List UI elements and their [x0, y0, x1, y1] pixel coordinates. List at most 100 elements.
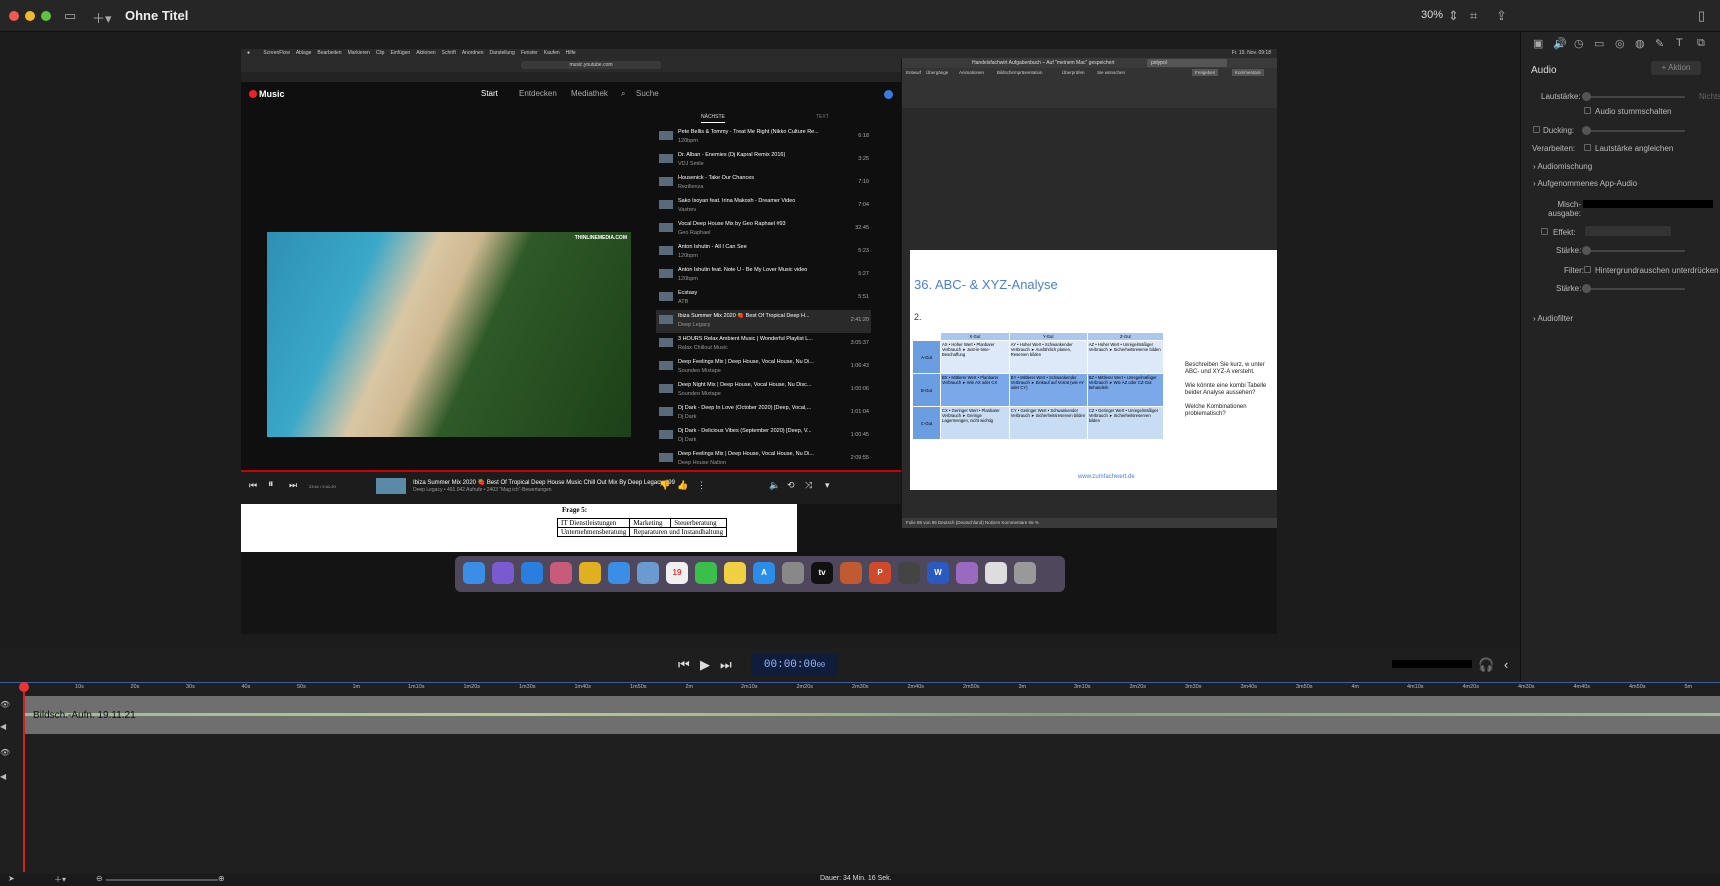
menu-item[interactable]: Einfügen — [390, 50, 410, 56]
minimize-window-button[interactable] — [25, 11, 35, 21]
dock-finder-icon[interactable] — [463, 562, 485, 584]
queue-item[interactable]: Anton Ishutin feat. Note U - Be My Lover… — [656, 264, 871, 287]
menu-item[interactable]: Anordnen — [462, 50, 484, 56]
playhead[interactable] — [23, 682, 25, 872]
strength-slider[interactable] — [1585, 250, 1685, 252]
ducking-checkbox[interactable] — [1533, 126, 1540, 133]
track-audio-icon[interactable]: ◀ — [0, 722, 6, 731]
queue-item[interactable]: Deep Feelings Mix | Deep House, Vocal Ho… — [656, 356, 871, 379]
dock-chrome-icon[interactable] — [579, 562, 601, 584]
like-icon[interactable]: 👍 — [677, 480, 688, 491]
url-field[interactable]: music.youtube.com — [521, 61, 661, 69]
queue-item[interactable]: Dj Dark - Delicious Vibes (September 202… — [656, 425, 871, 448]
menu-item[interactable]: Aktionen — [416, 50, 435, 56]
queue-item[interactable]: Deep Night Mix | Deep House, Vocal House… — [656, 379, 871, 402]
queue-item[interactable]: Ecstasy ATB 5:51 — [656, 287, 871, 310]
dock-safari-icon[interactable] — [521, 562, 543, 584]
slide-link[interactable]: www.zumfachwert.de — [1078, 474, 1135, 480]
share-icon[interactable]: ⇪ — [1496, 8, 1507, 24]
nav-start[interactable]: Start — [481, 89, 498, 98]
ribbon-tab-ueberpruefen[interactable]: Überprüfen — [1062, 70, 1085, 75]
track-visibility-icon[interactable]: 👁 — [0, 700, 10, 709]
zoom-window-button[interactable] — [41, 11, 51, 21]
sidebar-toggle-icon[interactable]: ▭ — [64, 8, 76, 24]
more-icon[interactable]: ⋮ — [697, 480, 706, 491]
zoom-out-icon[interactable]: ⊖ — [96, 874, 103, 883]
volume-icon[interactable]: 🔈 — [769, 480, 780, 491]
ribbon-tab-praesentation[interactable]: Bildschirmpräsentation — [997, 70, 1043, 75]
track2-visibility-icon[interactable]: 👁 — [0, 748, 10, 757]
timer-icon[interactable]: ◷ — [1574, 37, 1584, 50]
close-window-button[interactable] — [9, 11, 19, 21]
volume-knob[interactable] — [1582, 92, 1591, 101]
dock-notes-icon[interactable] — [724, 562, 746, 584]
dock-trash-icon[interactable] — [1014, 562, 1036, 584]
next-icon[interactable]: ⏭ — [289, 480, 297, 491]
clip-track[interactable]: Bildsch.-Aufn. 19.11.21 — [24, 696, 1720, 734]
zoom-stepper-icon[interactable]: ⇕ — [1448, 8, 1459, 24]
pause-icon[interactable]: ⏸ — [268, 478, 274, 491]
dock-preview-icon[interactable] — [637, 562, 659, 584]
add-action-button[interactable]: + Aktion — [1651, 61, 1701, 75]
menu-item[interactable]: Fenster — [521, 50, 538, 56]
screen-icon[interactable]: ▭ — [1594, 37, 1604, 50]
menu-item[interactable]: Darstellung — [490, 50, 515, 56]
shuffle-icon[interactable]: ⤨ — [805, 480, 812, 491]
headphones-icon[interactable]: 🎧 — [1478, 657, 1494, 673]
strength2-slider[interactable] — [1585, 288, 1685, 290]
annotation-icon[interactable]: ✎ — [1655, 37, 1664, 50]
ribbon-tab-uebergaenge[interactable]: Übergänge — [926, 70, 948, 75]
dock-screenflow-icon[interactable] — [840, 562, 862, 584]
dock-messages-icon[interactable] — [695, 562, 717, 584]
dock-powerpoint-icon[interactable]: P — [869, 562, 891, 584]
ppt-search-field[interactable]: polypol — [1147, 59, 1227, 67]
nav-mediathek[interactable]: Mediathek — [571, 89, 608, 98]
zoom-slider[interactable] — [106, 879, 218, 881]
queue-item[interactable]: Vocal Deep House Mix by Geo Raphael #93 … — [656, 218, 871, 241]
filter-icon[interactable]: ◍ — [1635, 37, 1645, 50]
fast-forward-icon[interactable]: ⏭ — [720, 657, 732, 673]
menu-item[interactable]: Schrift — [442, 50, 456, 56]
dock-mail-icon[interactable] — [608, 562, 630, 584]
expand-icon[interactable]: ▾ — [825, 480, 830, 491]
avatar[interactable] — [884, 90, 893, 99]
menu-item[interactable]: Clip — [376, 50, 385, 56]
search-icon[interactable]: ⌕ — [621, 89, 625, 99]
queue-item[interactable]: Deep Feelings Mix | Deep House, Vocal Ho… — [656, 448, 871, 471]
effect-select[interactable] — [1585, 226, 1671, 236]
strength2-knob[interactable] — [1582, 284, 1591, 293]
repeat-icon[interactable]: ⟲ — [787, 480, 795, 491]
audiofilter-disclosure[interactable]: › Audiofilter — [1533, 314, 1573, 323]
zoom-level[interactable]: 30% — [1421, 9, 1443, 21]
queue-item[interactable]: 3 HOURS Relax Ambient Music | Wonderful … — [656, 333, 871, 356]
ducking-knob[interactable] — [1582, 126, 1591, 135]
media-icon[interactable]: ⧉ — [1697, 37, 1705, 50]
video-player[interactable]: THINLINEMEDIA.COM — [267, 232, 631, 437]
ribbon-tab-entwurf[interactable]: Entwurf — [906, 70, 921, 75]
queue-item[interactable]: Pete Bellis & Tommy - Treat Me Right (Ni… — [656, 126, 871, 149]
recorded-audio-disclosure[interactable]: › Aufgenommenes App-Audio — [1533, 179, 1637, 188]
dock-documents-icon[interactable] — [985, 562, 1007, 584]
queue-item[interactable]: Dr. Alban - Enemies (Dj Kapral Remix 201… — [656, 149, 871, 172]
play-icon[interactable]: ▶ — [700, 657, 710, 673]
track2-audio-icon[interactable]: ◀ — [0, 772, 6, 781]
crop-icon[interactable]: ⌗ — [1470, 8, 1477, 24]
dock-siri-icon[interactable] — [492, 562, 514, 584]
audiomix-disclosure[interactable]: › Audiomischung — [1533, 162, 1592, 171]
volume-slider[interactable] — [1585, 96, 1685, 98]
tab-next[interactable]: NÄCHSTE — [701, 114, 725, 123]
noise-checkbox[interactable] — [1584, 266, 1591, 273]
collapse-icon[interactable]: ‹ — [1504, 657, 1508, 672]
timeline[interactable]: 10s 20s 30s 40s 50s 1m 1m10s 1m20s 1m30s 1m40s 1m5… — [0, 682, 1720, 874]
queue-item[interactable]: Housenick - Take Our Chances Rezilienza … — [656, 172, 871, 195]
ribbon-tab-tellme[interactable]: Sie wünschen — [1097, 70, 1125, 75]
audio-inspector-icon[interactable]: 🔊 — [1553, 37, 1567, 50]
ytmusic-logo[interactable]: Music — [249, 89, 285, 99]
pointer-tool-icon[interactable]: ➤ — [8, 874, 15, 883]
nav-suche[interactable]: Suche — [636, 89, 659, 98]
menu-item[interactable]: Bearbeiten — [317, 50, 341, 56]
video-inspector-icon[interactable]: ▣ — [1533, 37, 1543, 50]
zoom-in-icon[interactable]: ⊕ — [218, 874, 225, 883]
queue-item[interactable]: Sako Isoyan feat. Irina Makosh - Dreamer… — [656, 195, 871, 218]
menu-item[interactable]: ScreenFlow — [263, 50, 289, 56]
